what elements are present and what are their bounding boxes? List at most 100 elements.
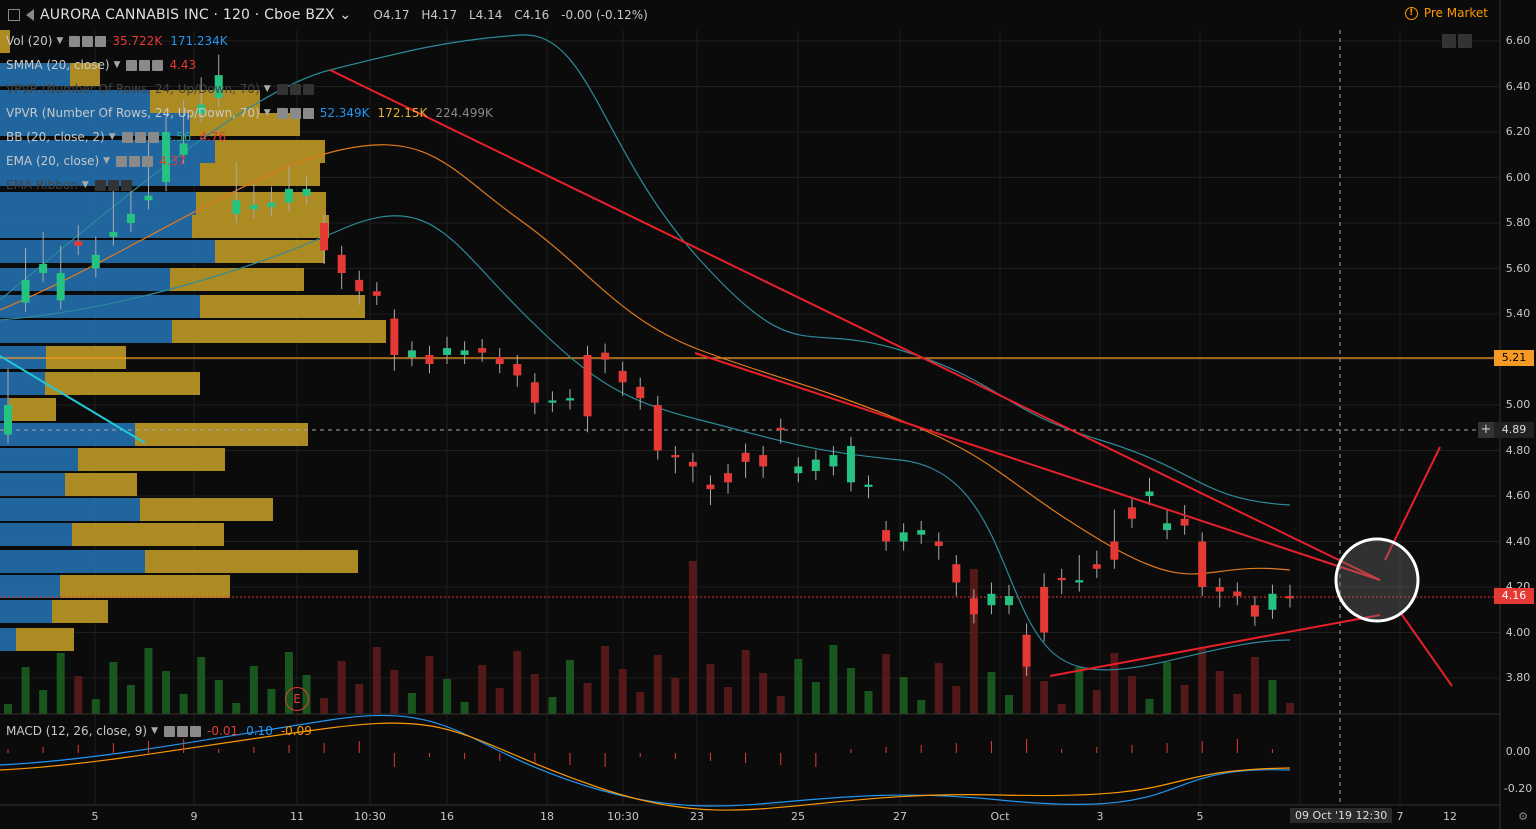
indicator-value: 224.499K <box>435 106 493 120</box>
vpvr-up-bar <box>0 448 78 471</box>
info-icon: ! <box>1404 6 1418 20</box>
chevron-down-icon[interactable]: ▼ <box>151 726 158 736</box>
chevron-down-icon[interactable]: ▼ <box>114 60 121 70</box>
symbol-title[interactable]: AURORA CANNABIS INC · 120 · Cboe BZX <box>40 7 335 23</box>
time-tick-label: 9 <box>190 810 198 823</box>
volume-bar <box>355 684 364 714</box>
indicator-label: EMA (20, close) <box>6 154 100 168</box>
price-tick-label: 6.40 <box>1505 79 1531 93</box>
chevron-down-icon[interactable]: ▼ <box>103 156 110 166</box>
scale-up-icon[interactable] <box>1442 34 1456 48</box>
play-arrow-icon[interactable] <box>26 9 34 21</box>
earnings-marker[interactable]: E <box>285 687 309 711</box>
eye-icon[interactable] <box>126 59 138 71</box>
collapse-toggle[interactable] <box>8 9 20 21</box>
volume-bar <box>706 664 715 714</box>
candle-body <box>688 461 697 467</box>
candle-body <box>1127 507 1136 519</box>
gear-icon[interactable] <box>177 725 189 737</box>
volume-bar <box>214 680 223 714</box>
price-chart-canvas[interactable] <box>0 0 1536 829</box>
candle-body <box>1057 577 1066 581</box>
chevron-down-icon[interactable]: ▼ <box>56 36 63 46</box>
candle-body <box>1250 605 1259 617</box>
volume-bar <box>109 662 118 714</box>
time-tick-label: 23 <box>690 810 704 823</box>
volume-bar <box>1233 694 1242 714</box>
candle-body <box>443 348 452 355</box>
price-tick-label: 4.60 <box>1505 489 1531 502</box>
vpvr-down-bar <box>60 575 230 598</box>
gear-icon[interactable] <box>139 59 151 71</box>
gear-icon[interactable] <box>289 107 301 119</box>
volume-bar <box>1057 704 1066 714</box>
close-icon[interactable] <box>95 35 107 47</box>
candle-body <box>407 350 416 358</box>
close-icon[interactable] <box>152 59 164 71</box>
candle-body <box>74 241 83 246</box>
close-icon[interactable] <box>190 725 202 737</box>
candle-body <box>109 232 118 237</box>
candle-body <box>1040 587 1049 633</box>
volume-bar <box>934 663 943 714</box>
volume-bar <box>495 688 504 714</box>
indicator-legend-row[interactable]: EMA (20, close) ▼ 4.37 <box>6 154 194 168</box>
vpvr-down-bar <box>135 423 308 446</box>
indicator-legend-row[interactable]: SMMA (20, close) ▼ 4.43 <box>6 58 204 72</box>
indicator-legend-row[interactable]: BB (20, close, 2) ▼ 4.56 4.76 <box>6 130 234 144</box>
indicator-buttons <box>276 107 314 119</box>
indicator-legend-row[interactable]: Vol (20) ▼ 35.722K 171.234K <box>6 34 236 48</box>
ohlc-low: L4.14 <box>468 8 503 22</box>
indicator-legend-row[interactable]: VPVR (Number Of Rows, 24, Up/Down, 70) ▼ 5… <box>6 106 501 120</box>
volume-bar <box>882 654 891 714</box>
premarket-badge[interactable]: ! Pre Market <box>1404 6 1488 20</box>
gear-icon[interactable] <box>134 131 146 143</box>
gear-icon[interactable] <box>129 155 141 167</box>
candle-body <box>601 352 610 360</box>
indicator-value: 172.15K <box>377 106 428 120</box>
vpvr-down-bar <box>65 473 137 496</box>
chevron-down-icon[interactable]: ▼ <box>264 108 271 118</box>
symbol-chevron-icon[interactable]: ⌄ <box>335 7 352 23</box>
indicator-legend-row[interactable]: EMA Ribbon ▼ <box>6 178 138 192</box>
scale-down-icon[interactable] <box>1458 34 1472 48</box>
eye-icon[interactable] <box>69 35 81 47</box>
macd-label: MACD (12, 26, close, 9) <box>6 724 148 738</box>
last-price-tag: 4.16 <box>1494 588 1534 604</box>
close-icon[interactable] <box>142 155 154 167</box>
gear-icon[interactable] <box>82 35 94 47</box>
eye-icon[interactable] <box>164 725 176 737</box>
ohlc-high: H4.17 <box>421 8 458 22</box>
indicator-label: BB (20, close, 2) <box>6 130 105 144</box>
chevron-down-icon[interactable]: ▼ <box>109 132 116 142</box>
add-alert-icon[interactable]: + <box>1478 422 1494 438</box>
volume-bar <box>4 704 12 714</box>
eye-icon[interactable] <box>276 83 288 95</box>
chevron-down-icon[interactable]: ▼ <box>82 180 89 190</box>
volume-bar <box>688 561 697 714</box>
eye-icon[interactable] <box>94 179 106 191</box>
volume-bar <box>1163 662 1172 714</box>
settings-gear-icon[interactable]: ⚙ <box>1518 810 1528 823</box>
volume-bar <box>425 656 434 714</box>
gear-icon[interactable] <box>107 179 119 191</box>
eye-icon[interactable] <box>121 131 133 143</box>
vpvr-down-bar <box>72 523 224 546</box>
macd-legend[interactable]: MACD (12, 26, close, 9) ▼ -0.01 0.10 -0.… <box>6 724 320 738</box>
close-icon[interactable] <box>147 131 159 143</box>
gear-icon[interactable] <box>289 83 301 95</box>
volume-bar <box>232 703 241 714</box>
indicator-legend-row[interactable]: VPVR (Number Of Rows, 24, Up/Down, 70) ▼ <box>6 82 320 96</box>
close-icon[interactable] <box>302 107 314 119</box>
close-icon[interactable] <box>120 179 132 191</box>
close-icon[interactable] <box>302 83 314 95</box>
vpvr-up-bar <box>0 550 145 573</box>
volume-bar <box>91 699 100 714</box>
chevron-down-icon[interactable]: ▼ <box>264 84 271 94</box>
eye-icon[interactable] <box>116 155 128 167</box>
price-tick-label: 5.60 <box>1505 261 1531 275</box>
candle-body <box>39 263 48 274</box>
indicator-value: 4.76 <box>199 130 227 144</box>
eye-icon[interactable] <box>276 107 288 119</box>
time-tick-label: 18 <box>540 810 554 823</box>
